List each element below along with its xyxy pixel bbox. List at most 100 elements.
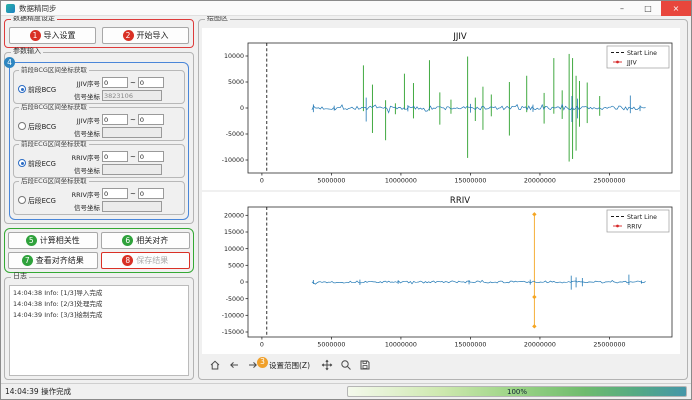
signal-coord-label: 信号坐标	[64, 91, 100, 101]
start-import-button[interactable]: 2 开始导入	[102, 27, 189, 44]
rriv-index-end-input[interactable]	[138, 188, 164, 199]
jjiv-index-end-input[interactable]	[138, 114, 164, 125]
jjiv-index-end-input[interactable]	[138, 77, 164, 88]
view-align-result-label: 查看对齐结果	[36, 255, 84, 266]
svg-text:15000000: 15000000	[454, 178, 486, 185]
radio-icon[interactable]	[18, 159, 26, 167]
log-line: 14:04:38 Info: [1/3]导入完成	[13, 288, 185, 299]
import-group: 数据精度设定 1 导入设置 2 开始导入	[4, 19, 194, 48]
log-group: 日志 14:04:38 Info: [1/3]导入完成 14:04:38 Inf…	[4, 277, 194, 380]
svg-text:10000: 10000	[224, 53, 244, 60]
compute-correlation-label: 计算相关性	[40, 235, 80, 246]
jjiv-index-label: JJIV序号	[64, 78, 100, 88]
log-line: 14:04:38 Info: [2/3]处理完成	[13, 299, 185, 310]
view-align-result-button[interactable]: 7 查看对齐结果	[8, 252, 98, 269]
front-ecg-section-title: 前段ECG区间坐标获取	[19, 141, 89, 148]
import-settings-label: 导入设置	[44, 30, 76, 41]
params-annotation-box: 4 前段BCG区间坐标获取 前段BCG JJIV序号	[9, 62, 189, 220]
step-7-badge: 7	[22, 255, 33, 266]
params-group-title: 参数输入	[11, 48, 43, 55]
svg-text:15000: 15000	[224, 229, 244, 236]
jjiv-index-start-input[interactable]	[102, 114, 128, 125]
radio-icon[interactable]	[18, 122, 26, 130]
range-separator: ~	[130, 79, 136, 87]
svg-text:-15000: -15000	[222, 329, 244, 336]
front-ecg-radio-label: 前段ECG	[28, 158, 56, 168]
step-6-badge: 6	[122, 235, 133, 246]
svg-text:15000000: 15000000	[454, 342, 486, 349]
param-section-front-ecg: 前段ECG区间坐标获取 前段ECG RRIV序号 ~	[13, 144, 185, 178]
titlebar: 数据精同步 – □ ×	[1, 1, 691, 16]
import-settings-button[interactable]: 1 导入设置	[9, 27, 96, 44]
jjiv-index-start-input[interactable]	[102, 77, 128, 88]
params-group: 参数输入 4 前段BCG区间坐标获取 前段BCG JJIV序号	[4, 52, 194, 224]
svg-text:20000000: 20000000	[524, 178, 556, 185]
front-bcg-radio[interactable]: 前段BCG	[16, 84, 64, 94]
zoom-icon[interactable]	[339, 359, 352, 372]
progress-bar: 100%	[347, 386, 687, 397]
jjiv-index-label: JJIV序号	[64, 115, 100, 125]
step-4-badge: 4	[4, 57, 15, 68]
rear-ecg-radio[interactable]: 后段ECG	[16, 195, 64, 205]
signal-coord-input	[102, 201, 162, 212]
minimize-button[interactable]: –	[609, 1, 635, 16]
radio-icon[interactable]	[18, 85, 26, 93]
front-bcg-radio-label: 前段BCG	[28, 84, 56, 94]
svg-text:Start Line: Start Line	[627, 214, 657, 221]
svg-text:10000: 10000	[224, 246, 244, 253]
svg-text:-5000: -5000	[226, 296, 244, 303]
front-ecg-radio[interactable]: 前段ECG	[16, 158, 64, 168]
front-bcg-section-title: 前段BCG区间坐标获取	[19, 67, 89, 74]
import-group-title: 数据精度设定	[11, 16, 57, 22]
jjiv-chart[interactable]: 0500000010000000150000002000000025000000…	[202, 28, 680, 190]
rriv-index-label: RRIV序号	[64, 152, 100, 162]
step-8-badge: 8	[122, 255, 133, 266]
step-2-badge: 2	[123, 30, 134, 41]
status-text: 14:04:39 操作完成	[5, 386, 71, 397]
plot-group: 绘图区 050000001000000015000000200000002500…	[198, 19, 688, 380]
svg-text:-10000: -10000	[222, 157, 244, 164]
param-section-front-bcg: 前段BCG区间坐标获取 前段BCG JJIV序号 ~	[13, 70, 185, 104]
range-separator: ~	[130, 190, 136, 198]
back-icon[interactable]	[227, 359, 240, 372]
svg-text:-10000: -10000	[222, 313, 244, 320]
statusbar: 14:04:39 操作完成 100%	[1, 383, 691, 399]
svg-text:RRIV: RRIV	[450, 196, 470, 206]
svg-text:JJIV: JJIV	[626, 60, 637, 67]
close-button[interactable]: ×	[661, 1, 691, 16]
save-result-button[interactable]: 8 保存结果	[101, 252, 191, 269]
svg-text:RRIV: RRIV	[627, 224, 642, 231]
plot-toolbar: 3 设置范围(Z)	[202, 356, 684, 374]
rriv-index-label: RRIV序号	[64, 189, 100, 199]
range-separator: ~	[130, 116, 136, 124]
radio-icon[interactable]	[18, 196, 26, 204]
save-icon[interactable]	[358, 359, 371, 372]
actions-group: 5 计算相关性 6 相关对齐 7 查看对齐结果 8 保存结果	[4, 228, 194, 273]
signal-coord-input	[102, 90, 162, 101]
maximize-button[interactable]: □	[635, 1, 661, 16]
correlation-align-label: 相关对齐	[136, 235, 168, 246]
svg-text:-5000: -5000	[226, 131, 244, 138]
svg-text:5000000: 5000000	[317, 178, 345, 185]
signal-coord-label: 信号坐标	[64, 128, 100, 138]
correlation-align-button[interactable]: 6 相关对齐	[101, 232, 191, 249]
svg-text:0: 0	[260, 178, 264, 185]
app-window: 数据精同步 – □ × 数据精度设定 1 导入设置 2 开始导入	[0, 0, 692, 400]
svg-text:0: 0	[240, 279, 244, 286]
set-range-button[interactable]: 3 设置范围(Z)	[265, 359, 314, 372]
home-icon[interactable]	[208, 359, 221, 372]
rear-bcg-radio[interactable]: 后段BCG	[16, 121, 64, 131]
rriv-chart[interactable]: 0500000010000000150000002000000025000000…	[202, 192, 680, 354]
svg-text:5000000: 5000000	[317, 342, 345, 349]
left-panel: 数据精度设定 1 导入设置 2 开始导入 参数输入 4	[4, 19, 194, 380]
pan-icon[interactable]	[320, 359, 333, 372]
log-area[interactable]: 14:04:38 Info: [1/3]导入完成 14:04:38 Info: …	[9, 285, 189, 376]
log-group-title: 日志	[11, 273, 29, 280]
param-section-rear-bcg: 后段BCG区间坐标获取 后段BCG JJIV序号 ~	[13, 107, 185, 141]
compute-correlation-button[interactable]: 5 计算相关性	[8, 232, 98, 249]
rriv-index-start-input[interactable]	[102, 151, 128, 162]
step-5-badge: 5	[26, 235, 37, 246]
rriv-index-end-input[interactable]	[138, 151, 164, 162]
save-result-label: 保存结果	[136, 255, 168, 266]
rriv-index-start-input[interactable]	[102, 188, 128, 199]
